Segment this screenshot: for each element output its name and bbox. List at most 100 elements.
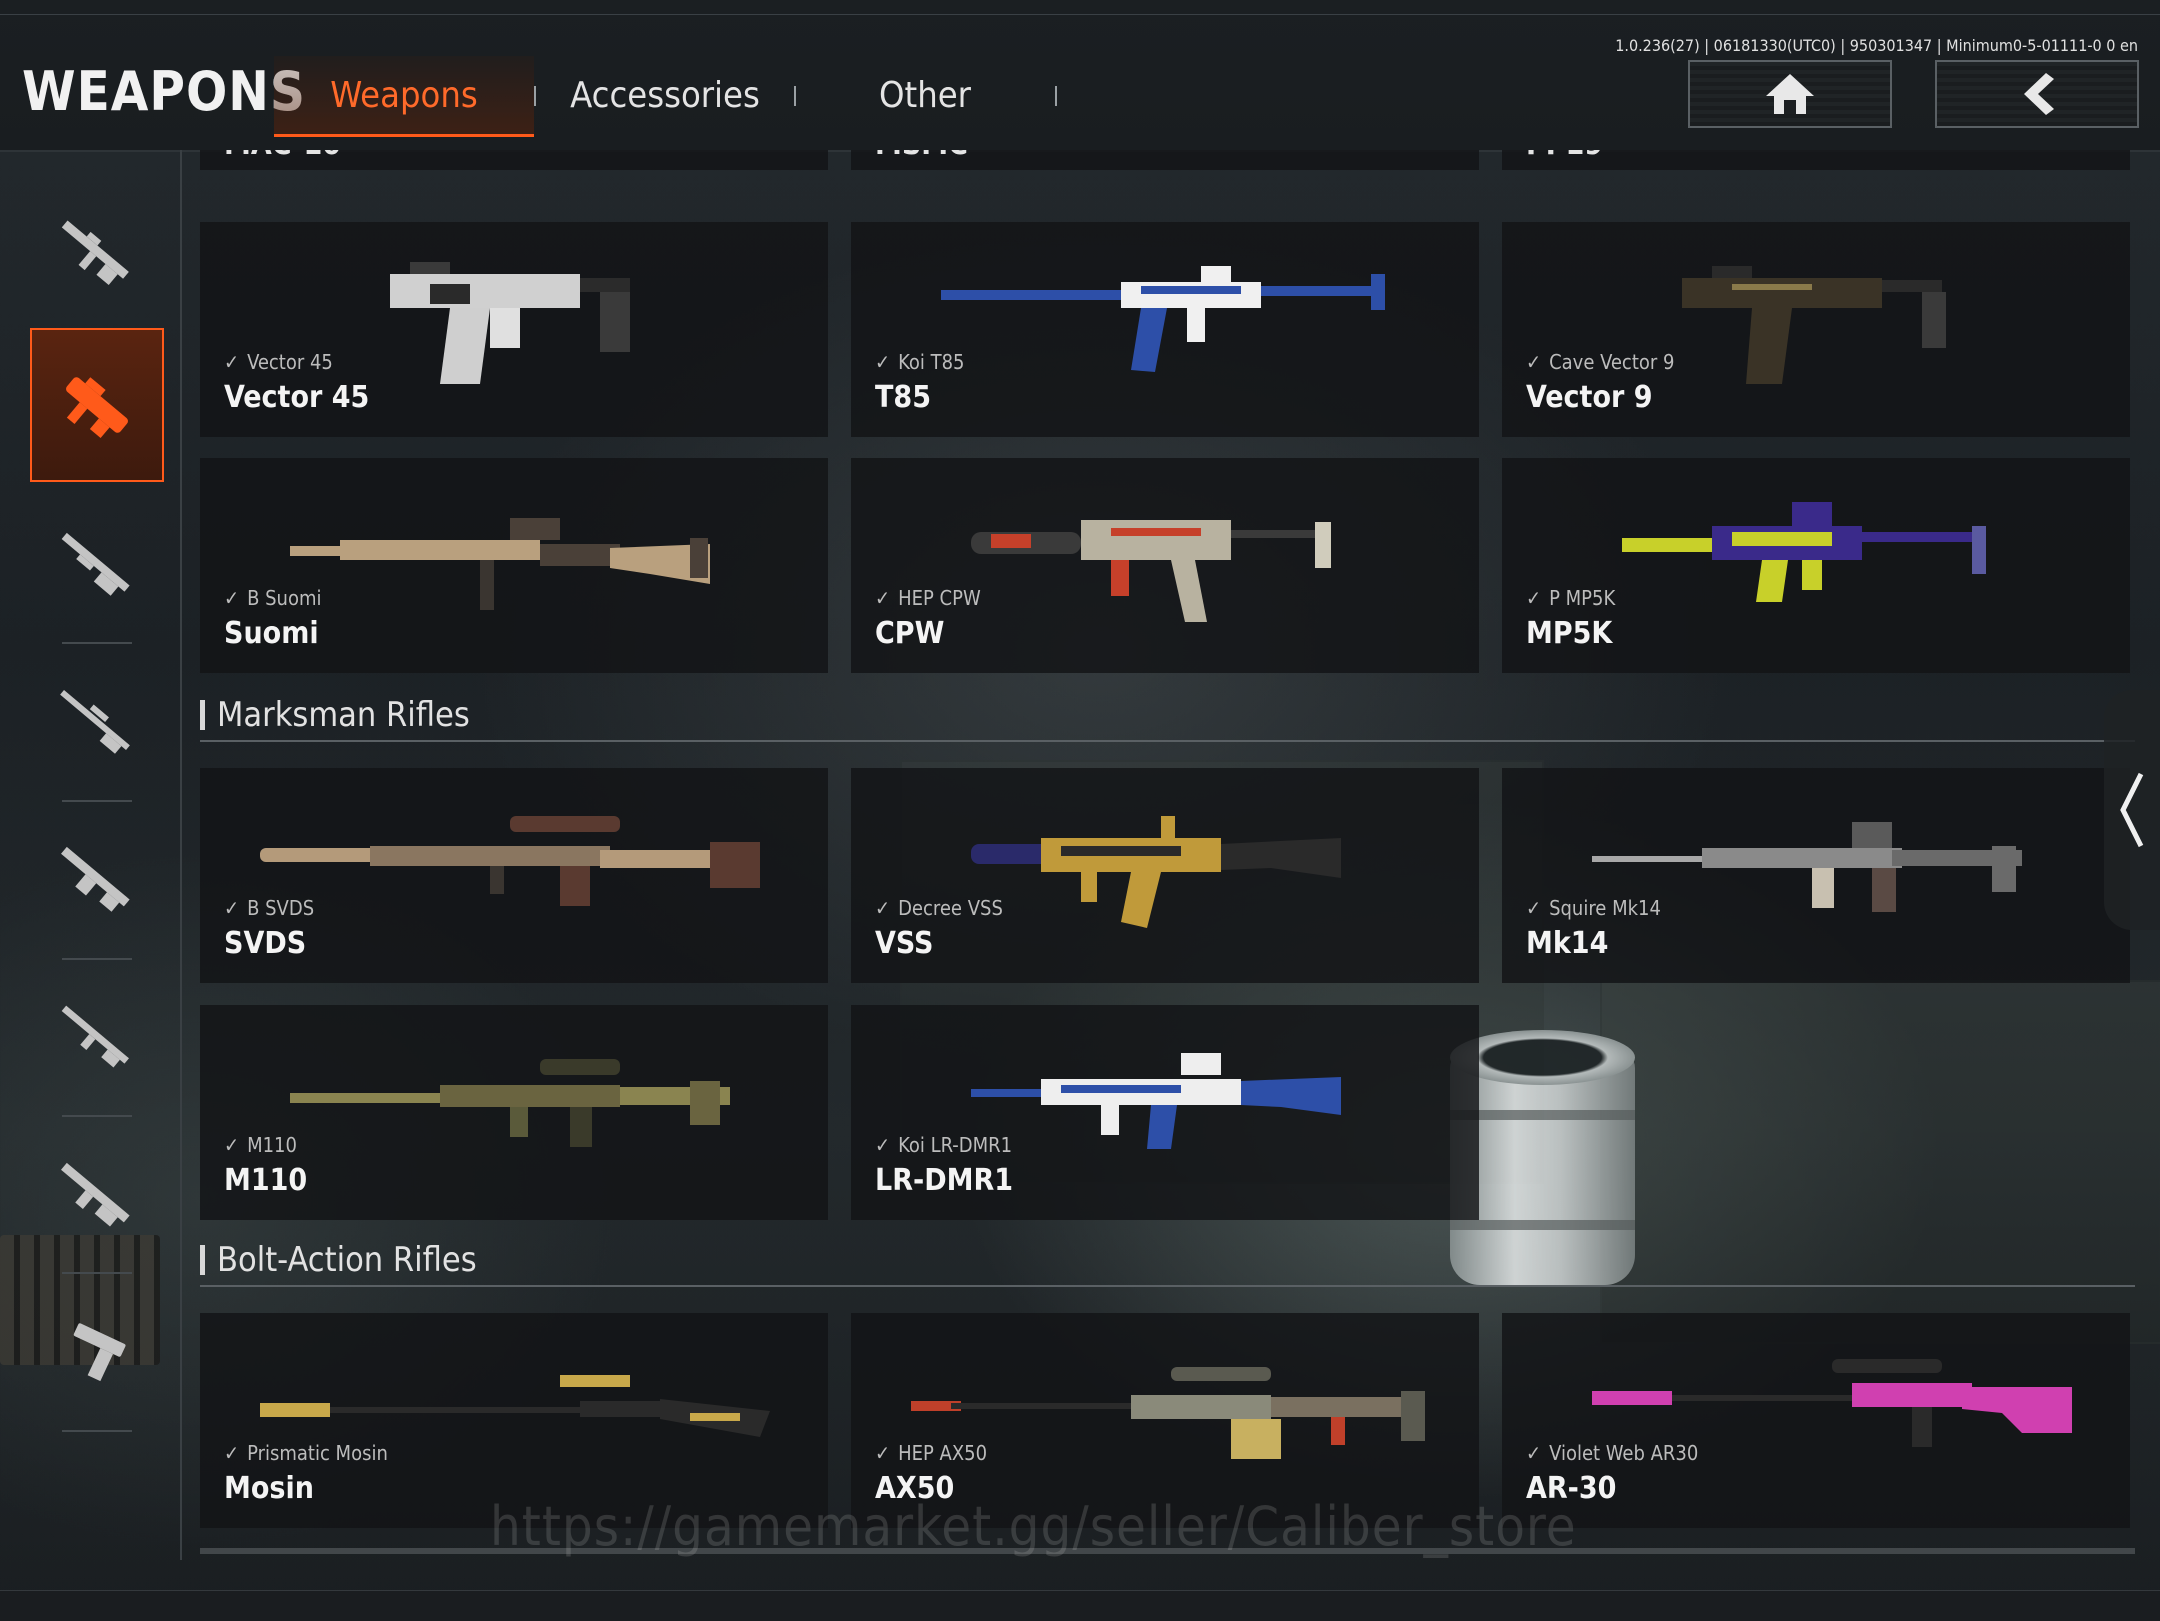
section-header-bolt-action: Bolt-Action Rifles (200, 1235, 477, 1285)
shotgun-icon (61, 532, 130, 596)
weapon-image (911, 1367, 1425, 1459)
top-bar: WEAPONS Weapons Accessories Other 1.0.23… (0, 0, 2160, 152)
sidebar-divider (62, 642, 132, 644)
tab-accessories[interactable]: Accessories (540, 56, 790, 134)
top-divider (0, 14, 2160, 15)
skin-label: ✓ B SVDS (224, 896, 315, 920)
weapon-card[interactable]: ✓ B SVDS SVDS (200, 768, 828, 983)
skin-label: ✓ Decree VSS (875, 896, 1003, 920)
marksman-rifle-icon (61, 1005, 129, 1068)
weapon-image (971, 816, 1341, 928)
category-smg[interactable] (30, 328, 164, 482)
weapon-image (1622, 502, 1986, 602)
weapon-card[interactable]: ✓ Decree VSS VSS (851, 768, 1479, 983)
tab-separator (1055, 86, 1057, 106)
sniper-rifle-icon (60, 690, 130, 754)
back-button[interactable] (1935, 60, 2139, 128)
weapon-image (290, 1059, 730, 1147)
weapon-name: Vector 9 (1526, 380, 1653, 415)
weapon-card-partial[interactable]: MAC-10 (200, 150, 828, 170)
weapon-name: SVDS (224, 926, 307, 961)
pistol-icon (73, 1323, 126, 1382)
section-divider (200, 740, 2135, 742)
weapon-card[interactable]: ✓ Squire Mk14 Mk14 (1502, 768, 2130, 983)
tab-separator (534, 86, 536, 106)
weapon-card[interactable]: ✓ Koi T85 T85 (851, 222, 1479, 437)
home-button[interactable] (1688, 60, 1892, 128)
category-sniper-rifle[interactable] (30, 645, 160, 795)
skin-label: ✓ Koi LR-DMR1 (875, 1133, 1013, 1157)
weapon-card[interactable]: ✓ P MP5K MP5K (1502, 458, 2130, 673)
weapon-name: PP19 (1526, 150, 1603, 162)
brush-icon: ✓ (1526, 1441, 1542, 1465)
category-pistol[interactable] (30, 1275, 160, 1425)
tab-weapons[interactable]: Weapons (274, 56, 534, 137)
brush-icon: ✓ (224, 896, 240, 920)
weapon-name: MAC-10 (224, 150, 341, 162)
weapon-card[interactable]: ✓ HEP CPW CPW (851, 458, 1479, 673)
version-info: 1.0.236(27) | 06181330(UTC0) | 950301347… (1615, 36, 2138, 55)
brush-icon: ✓ (224, 1133, 240, 1157)
skin-label: ✓ M110 (224, 1133, 297, 1157)
weapon-card[interactable]: ✓ B Suomi Suomi (200, 458, 828, 673)
weapon-card[interactable]: ✓ Cave Vector 9 Vector 9 (1502, 222, 2130, 437)
section-header-marksman: Marksman Rifles (200, 690, 470, 740)
weapon-card[interactable]: ✓ Violet Web AR30 AR-30 (1502, 1313, 2130, 1528)
weapon-name: Vector 45 (224, 380, 370, 415)
brush-icon: ✓ (224, 350, 240, 374)
expand-panel-button[interactable] (2104, 690, 2160, 930)
brush-icon: ✓ (1526, 896, 1542, 920)
category-lmg[interactable] (30, 802, 160, 952)
brush-icon: ✓ (875, 1441, 891, 1465)
tab-separator (794, 86, 796, 106)
section-divider (200, 1285, 2135, 1287)
weapon-name: LR-DMR1 (875, 1163, 1014, 1198)
smg-icon (66, 377, 128, 439)
brush-icon: ✓ (875, 1133, 891, 1157)
weapon-image (290, 518, 710, 610)
sidebar-divider (62, 1272, 132, 1274)
weapon-card-partial[interactable]: MSMC (851, 150, 1479, 170)
weapon-name: CPW (875, 616, 945, 651)
weapon-card[interactable]: ✓ M110 M110 (200, 1005, 828, 1220)
weapon-name: MP5K (1526, 616, 1613, 651)
weapon-card-partial[interactable]: PP19 (1502, 150, 2130, 170)
brush-icon: ✓ (875, 586, 891, 610)
lmg-icon (61, 846, 130, 912)
weapon-card[interactable]: ✓ Vector 45 Vector 45 (200, 222, 828, 437)
weapon-image (1682, 266, 1946, 384)
skin-label: ✓ P MP5K (1526, 586, 1616, 610)
chevron-left-icon (2024, 73, 2054, 115)
weapon-image (390, 262, 630, 384)
brush-icon: ✓ (224, 586, 240, 610)
section-marker (200, 700, 205, 730)
assault-rifle-icon (61, 220, 129, 286)
category-assault-rifle[interactable] (30, 175, 160, 325)
weapon-image (1592, 822, 2022, 912)
weapon-image (260, 816, 760, 906)
weapon-name: Mk14 (1526, 926, 1609, 961)
skin-label: ✓ Violet Web AR30 (1526, 1441, 1699, 1465)
brush-icon: ✓ (224, 1441, 240, 1465)
category-marksman-rifle[interactable] (30, 960, 160, 1110)
sidebar-divider (62, 1430, 132, 1432)
brush-icon: ✓ (1526, 350, 1542, 374)
category-launcher[interactable] (30, 1118, 160, 1268)
section-marker (200, 1245, 205, 1275)
launcher-icon (61, 1162, 130, 1227)
skin-label: ✓ Cave Vector 9 (1526, 350, 1675, 374)
tab-other[interactable]: Other (800, 56, 1050, 134)
home-icon (1766, 74, 1814, 114)
skin-label: ✓ Koi T85 (875, 350, 965, 374)
brush-icon: ✓ (1526, 586, 1542, 610)
chevron-left-icon (2120, 772, 2144, 848)
page-title: WEAPONS (22, 60, 306, 123)
weapon-card[interactable]: ✓ Koi LR-DMR1 LR-DMR1 (851, 1005, 1479, 1220)
skin-label: ✓ B Suomi (224, 586, 322, 610)
watermark-text: https://gamemarket.gg/seller/Caliber_sto… (490, 1495, 1577, 1558)
weapon-name: MSMC (875, 150, 968, 162)
weapon-name: M110 (224, 1163, 308, 1198)
bottom-bar (0, 1590, 2160, 1621)
skin-label: ✓ Squire Mk14 (1526, 896, 1661, 920)
category-shotgun[interactable] (30, 488, 160, 638)
